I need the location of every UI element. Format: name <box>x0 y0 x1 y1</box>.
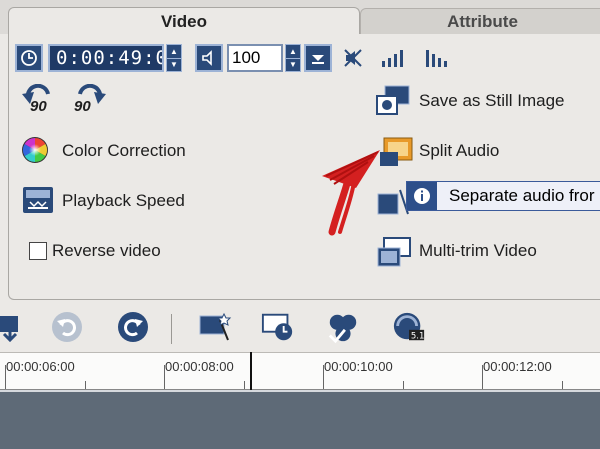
timecode-stepper[interactable]: ▲ ▼ <box>166 44 182 72</box>
tooltip-text: Separate audio fror <box>449 186 595 205</box>
reverse-video-label[interactable]: Reverse video <box>52 241 161 261</box>
timeline-toolbar: 5.1 <box>0 300 600 352</box>
ruler-tick <box>244 381 245 389</box>
volume-dropdown-icon[interactable] <box>304 44 332 72</box>
ruler-tick <box>323 365 324 389</box>
timeline-track-area[interactable] <box>0 390 600 449</box>
smart-render-icon[interactable] <box>198 310 232 344</box>
clock-icon[interactable] <box>15 44 43 72</box>
volume-input[interactable]: 100 <box>227 44 283 72</box>
tab-strip: Attribute Video <box>0 0 600 35</box>
playhead[interactable] <box>250 352 252 390</box>
ruler-tick <box>5 365 6 389</box>
ruler-tick <box>85 381 86 389</box>
ruler-label: 00:00:10:00 <box>324 359 393 374</box>
tab-video[interactable]: Video <box>8 7 360 35</box>
chapter-point-icon[interactable] <box>261 310 295 344</box>
save-still-image-icon[interactable] <box>375 84 411 118</box>
save-still-image-label[interactable]: Save as Still Image <box>419 91 565 111</box>
color-correction-label[interactable]: Color Correction <box>62 141 186 161</box>
ruler-tick <box>403 381 404 389</box>
ruler-tick <box>482 365 483 389</box>
rotate-left-button[interactable]: 90 <box>20 83 60 118</box>
fade-in-icon[interactable] <box>380 47 408 74</box>
tab-attribute[interactable]: Attribute <box>360 8 600 34</box>
insert-icon[interactable] <box>0 310 28 344</box>
reverse-video-checkbox[interactable] <box>29 242 47 260</box>
playback-speed-icon[interactable] <box>22 185 54 215</box>
playback-speed-label[interactable]: Playback Speed <box>62 191 185 211</box>
ruler-label: 00:00:08:00 <box>165 359 234 374</box>
tooltip: Separate audio fror <box>406 181 600 211</box>
toolbar-separator <box>171 314 172 344</box>
svg-text:5.1: 5.1 <box>411 331 425 341</box>
undo-icon[interactable] <box>50 310 84 344</box>
ruler-label: 00:00:06:00 <box>6 359 75 374</box>
ruler-tick <box>562 381 563 389</box>
timeline-ruler[interactable]: 00:00:06:00 00:00:08:00 00:00:10:00 00:0… <box>0 352 600 390</box>
mute-icon[interactable] <box>342 47 364 74</box>
annotation-arrow <box>318 140 398 245</box>
rotate-right-label: 90 <box>74 98 91 115</box>
redo-icon[interactable] <box>116 310 150 344</box>
multi-trim-video-label[interactable]: Multi-trim Video <box>419 241 537 261</box>
color-wheel-icon[interactable] <box>20 134 50 166</box>
speaker-icon[interactable] <box>195 44 223 72</box>
surround-sound-icon[interactable]: 5.1 <box>392 310 426 344</box>
info-icon <box>407 182 437 210</box>
fade-out-icon[interactable] <box>424 47 452 74</box>
ruler-tick <box>164 365 165 389</box>
split-audio-label[interactable]: Split Audio <box>419 141 499 161</box>
audio-mixer-icon[interactable] <box>326 310 360 344</box>
rotate-left-label: 90 <box>30 98 47 115</box>
duration-timecode[interactable]: 0:00:49:01 <box>48 44 164 72</box>
volume-stepper[interactable]: ▲ ▼ <box>285 44 301 72</box>
ruler-label: 00:00:12:00 <box>483 359 552 374</box>
rotate-right-button[interactable]: 90 <box>70 83 110 118</box>
